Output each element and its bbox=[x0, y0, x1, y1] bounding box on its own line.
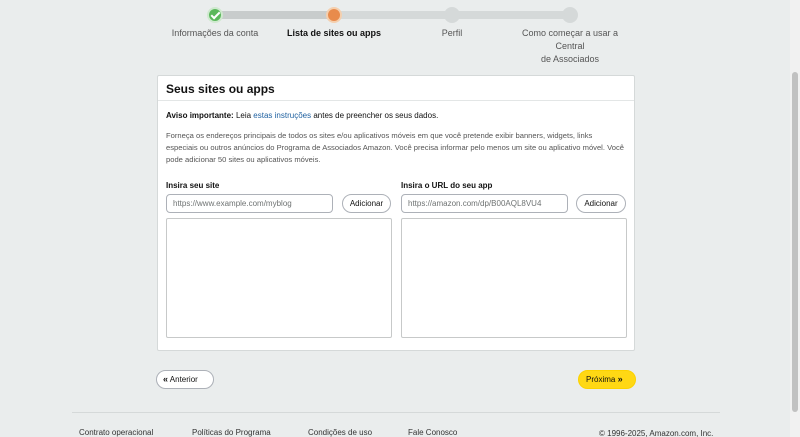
app-field-label: Insira o URL do seu app bbox=[401, 181, 493, 190]
step-current-icon bbox=[326, 7, 342, 23]
notice-text-pre: Leia bbox=[233, 111, 254, 120]
step-label-account-info: Informações da conta bbox=[171, 28, 259, 38]
footer-link-operating-agreement[interactable]: Contrato operacional bbox=[79, 428, 153, 437]
site-url-input[interactable]: https://www.example.com/myblog bbox=[166, 194, 333, 213]
next-label: Próxima bbox=[586, 375, 616, 384]
instructions-description: Forneça os endereços principais de todos… bbox=[166, 131, 624, 164]
stepper-track-progress bbox=[215, 11, 335, 19]
footer-link-conditions-of-use[interactable]: Condições de uso bbox=[308, 428, 372, 437]
card-title: Seus sites ou apps bbox=[158, 76, 634, 101]
app-url-input[interactable]: https://amazon.com/dp/B00AQL8VU4 bbox=[401, 194, 568, 213]
sites-list-box[interactable] bbox=[166, 218, 392, 338]
chevron-double-right-icon: » bbox=[617, 374, 623, 384]
add-site-button[interactable]: Adicionar bbox=[342, 194, 391, 213]
progress-stepper: Informações da conta Lista de sites ou a… bbox=[0, 0, 790, 64]
apps-list-box[interactable] bbox=[401, 218, 627, 338]
step-pending-icon bbox=[562, 7, 578, 23]
next-button[interactable]: Próxima » bbox=[578, 370, 636, 389]
previous-label: Anterior bbox=[169, 375, 198, 384]
sites-apps-card: Seus sites ou apps Aviso importante: Lei… bbox=[157, 75, 635, 351]
site-field-label: Insira seu site bbox=[166, 181, 220, 190]
notice-text-post: antes de preencher os seus dados. bbox=[311, 111, 439, 120]
chevron-double-left-icon: « bbox=[163, 374, 169, 384]
step-label-getting-started: Como começar a usar a Central de Associa… bbox=[521, 28, 619, 64]
add-app-button[interactable]: Adicionar bbox=[576, 194, 626, 213]
page-scrollbar[interactable] bbox=[790, 0, 800, 437]
notice-label: Aviso importante: bbox=[166, 111, 234, 120]
copyright-text: © 1996-2025, Amazon.com, Inc. bbox=[599, 429, 714, 437]
step-label-profile: Perfil bbox=[441, 28, 463, 38]
step-done-check-icon bbox=[207, 7, 223, 23]
scrollbar-thumb[interactable] bbox=[792, 72, 798, 412]
footer-link-contact-us[interactable]: Fale Conosco bbox=[408, 428, 457, 437]
instructions-link[interactable]: estas instruções bbox=[253, 111, 311, 120]
step-label-sites-list: Lista de sites ou apps bbox=[286, 28, 382, 38]
step-pending-icon bbox=[444, 7, 460, 23]
important-notice: Aviso importante: Leia estas instruções … bbox=[166, 111, 438, 120]
footer-divider bbox=[72, 412, 720, 413]
previous-button[interactable]: « Anterior bbox=[156, 370, 214, 389]
footer-link-program-policies[interactable]: Políticas do Programa bbox=[192, 428, 271, 437]
